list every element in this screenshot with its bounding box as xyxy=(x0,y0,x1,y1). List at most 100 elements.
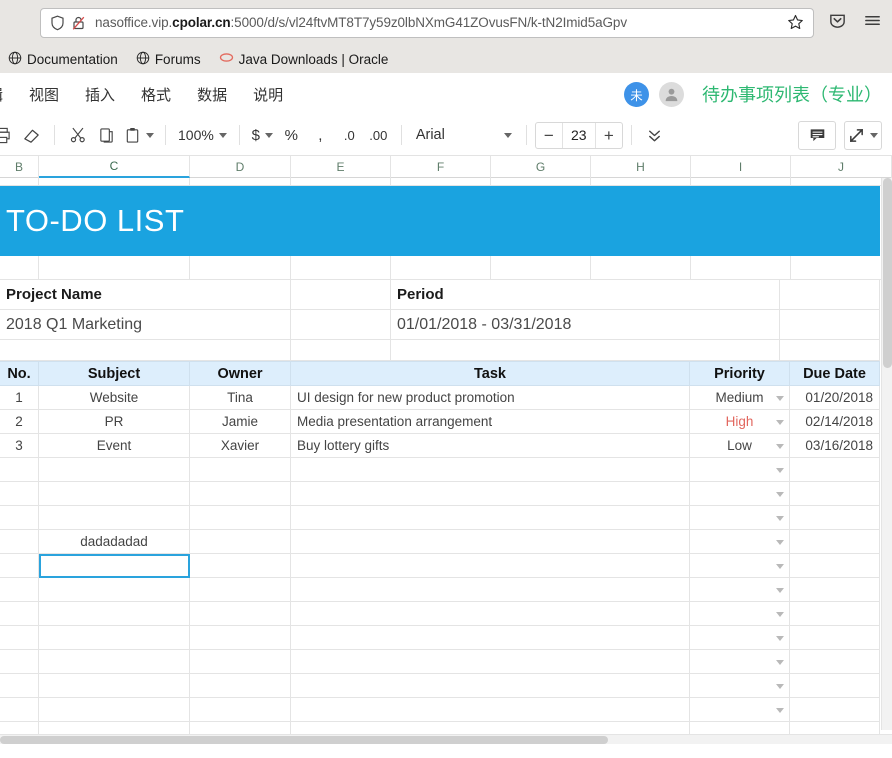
cell-no[interactable] xyxy=(0,698,39,722)
chevron-down-icon[interactable] xyxy=(776,443,784,449)
double-chevron-down-icon[interactable] xyxy=(640,121,669,150)
cell-subject[interactable] xyxy=(39,578,190,602)
cell-priority[interactable]: Medium xyxy=(690,386,790,410)
cell-owner[interactable] xyxy=(190,458,291,482)
cell-due-date[interactable] xyxy=(790,506,880,530)
bookmark-forums[interactable]: Forums xyxy=(136,51,201,68)
cell-due-date[interactable]: 03/16/2018 xyxy=(790,434,880,458)
cell-task[interactable] xyxy=(291,458,690,482)
cell[interactable] xyxy=(0,178,39,186)
period-label[interactable]: Period xyxy=(391,280,780,310)
cell-due-date[interactable]: 01/20/2018 xyxy=(790,386,880,410)
cell-no[interactable] xyxy=(0,506,39,530)
chevron-down-icon[interactable] xyxy=(870,132,878,138)
cell-task[interactable]: Media presentation arrangement xyxy=(291,410,690,434)
cell-due-date[interactable] xyxy=(790,626,880,650)
cell-subject[interactable] xyxy=(39,650,190,674)
menu-item-format[interactable]: 格式 xyxy=(141,84,171,105)
vertical-scrollbar-thumb[interactable] xyxy=(883,178,892,368)
cell-priority[interactable]: High xyxy=(690,410,790,434)
shield-icon[interactable] xyxy=(48,14,66,32)
font-family-select[interactable]: Arial xyxy=(410,121,518,150)
table-header-due-date[interactable]: Due Date xyxy=(790,361,880,386)
cell-priority[interactable] xyxy=(690,458,790,482)
cell-subject[interactable]: Event xyxy=(39,434,190,458)
cell-owner[interactable] xyxy=(190,578,291,602)
project-name-label[interactable]: Project Name xyxy=(0,280,291,310)
cell-task[interactable] xyxy=(291,530,690,554)
print-icon[interactable] xyxy=(0,121,17,150)
chevron-down-icon[interactable] xyxy=(776,587,784,593)
comment-panel-icon[interactable] xyxy=(798,120,836,150)
chevron-down-icon[interactable] xyxy=(776,659,784,665)
table-row[interactable] xyxy=(0,602,892,626)
cell-subject[interactable] xyxy=(39,674,190,698)
address-bar[interactable]: nasoffice.vip.cpolar.cn:5000/d/s/vl24ftv… xyxy=(40,7,814,38)
cell[interactable] xyxy=(39,256,190,280)
cell-due-date[interactable] xyxy=(790,578,880,602)
chevron-down-icon[interactable] xyxy=(776,395,784,401)
cell-subject[interactable] xyxy=(39,506,190,530)
cell-subject[interactable] xyxy=(39,698,190,722)
cell[interactable] xyxy=(691,256,791,280)
cell-no[interactable]: 3 xyxy=(0,434,39,458)
chevron-down-icon[interactable] xyxy=(776,683,784,689)
chevron-down-icon[interactable] xyxy=(776,707,784,713)
cell-priority[interactable] xyxy=(690,626,790,650)
cell-no[interactable]: 1 xyxy=(0,386,39,410)
cell-owner[interactable] xyxy=(190,482,291,506)
chevron-down-icon[interactable] xyxy=(264,132,273,138)
cell[interactable] xyxy=(391,256,491,280)
cell[interactable] xyxy=(190,178,291,186)
currency-format-button[interactable]: $ xyxy=(248,121,277,150)
cell[interactable] xyxy=(591,178,691,186)
cell[interactable] xyxy=(780,280,880,310)
cell-priority[interactable] xyxy=(690,602,790,626)
cell-owner[interactable] xyxy=(190,650,291,674)
cell-subject[interactable] xyxy=(39,626,190,650)
banner-title[interactable]: TO-DO LIST xyxy=(0,186,880,256)
cell-priority[interactable] xyxy=(690,578,790,602)
cell-due-date[interactable]: 02/14/2018 xyxy=(790,410,880,434)
cell-task[interactable] xyxy=(291,554,690,578)
table-header-task[interactable]: Task xyxy=(291,361,690,386)
cell[interactable] xyxy=(791,256,892,280)
broken-lock-icon[interactable] xyxy=(69,14,87,32)
cell-due-date[interactable] xyxy=(790,674,880,698)
table-header-owner[interactable]: Owner xyxy=(190,361,291,386)
cell-no[interactable] xyxy=(0,674,39,698)
table-row[interactable]: 1 Website Tina UI design for new product… xyxy=(0,386,892,410)
cell[interactable] xyxy=(780,310,880,340)
cell[interactable] xyxy=(291,178,391,186)
cell-owner[interactable] xyxy=(190,626,291,650)
table-row[interactable] xyxy=(0,650,892,674)
cell-due-date[interactable] xyxy=(790,650,880,674)
chevron-down-icon[interactable] xyxy=(776,539,784,545)
cell-priority[interactable] xyxy=(690,482,790,506)
cell[interactable] xyxy=(291,310,391,340)
cell-subject[interactable] xyxy=(39,458,190,482)
chevron-down-icon[interactable] xyxy=(776,491,784,497)
chevron-down-icon[interactable] xyxy=(776,419,784,425)
cell-task[interactable] xyxy=(291,482,690,506)
menu-item-data[interactable]: 数据 xyxy=(197,84,227,105)
cell-due-date[interactable] xyxy=(790,554,880,578)
table-row[interactable] xyxy=(0,674,892,698)
table-row[interactable]: 3 Event Xavier Buy lottery gifts Low 03/… xyxy=(0,434,892,458)
url-text[interactable]: nasoffice.vip.cpolar.cn:5000/d/s/vl24ftv… xyxy=(95,15,784,30)
cell-priority[interactable] xyxy=(690,674,790,698)
column-header-g[interactable]: G xyxy=(491,156,591,178)
column-header-i[interactable]: I xyxy=(691,156,791,178)
bookmark-java-downloads[interactable]: Java Downloads | Oracle xyxy=(219,51,388,67)
cell[interactable] xyxy=(591,256,691,280)
chevron-down-icon[interactable] xyxy=(776,515,784,521)
cell[interactable] xyxy=(0,340,291,361)
cell-owner[interactable]: Tina xyxy=(190,386,291,410)
cell-due-date[interactable] xyxy=(790,458,880,482)
cell-owner[interactable] xyxy=(190,506,291,530)
menu-item-view[interactable]: 视图 xyxy=(29,84,59,105)
table-row[interactable] xyxy=(0,554,892,578)
table-row[interactable] xyxy=(0,626,892,650)
increase-decimal-button[interactable]: .00 xyxy=(364,121,393,150)
cell-no[interactable] xyxy=(0,482,39,506)
